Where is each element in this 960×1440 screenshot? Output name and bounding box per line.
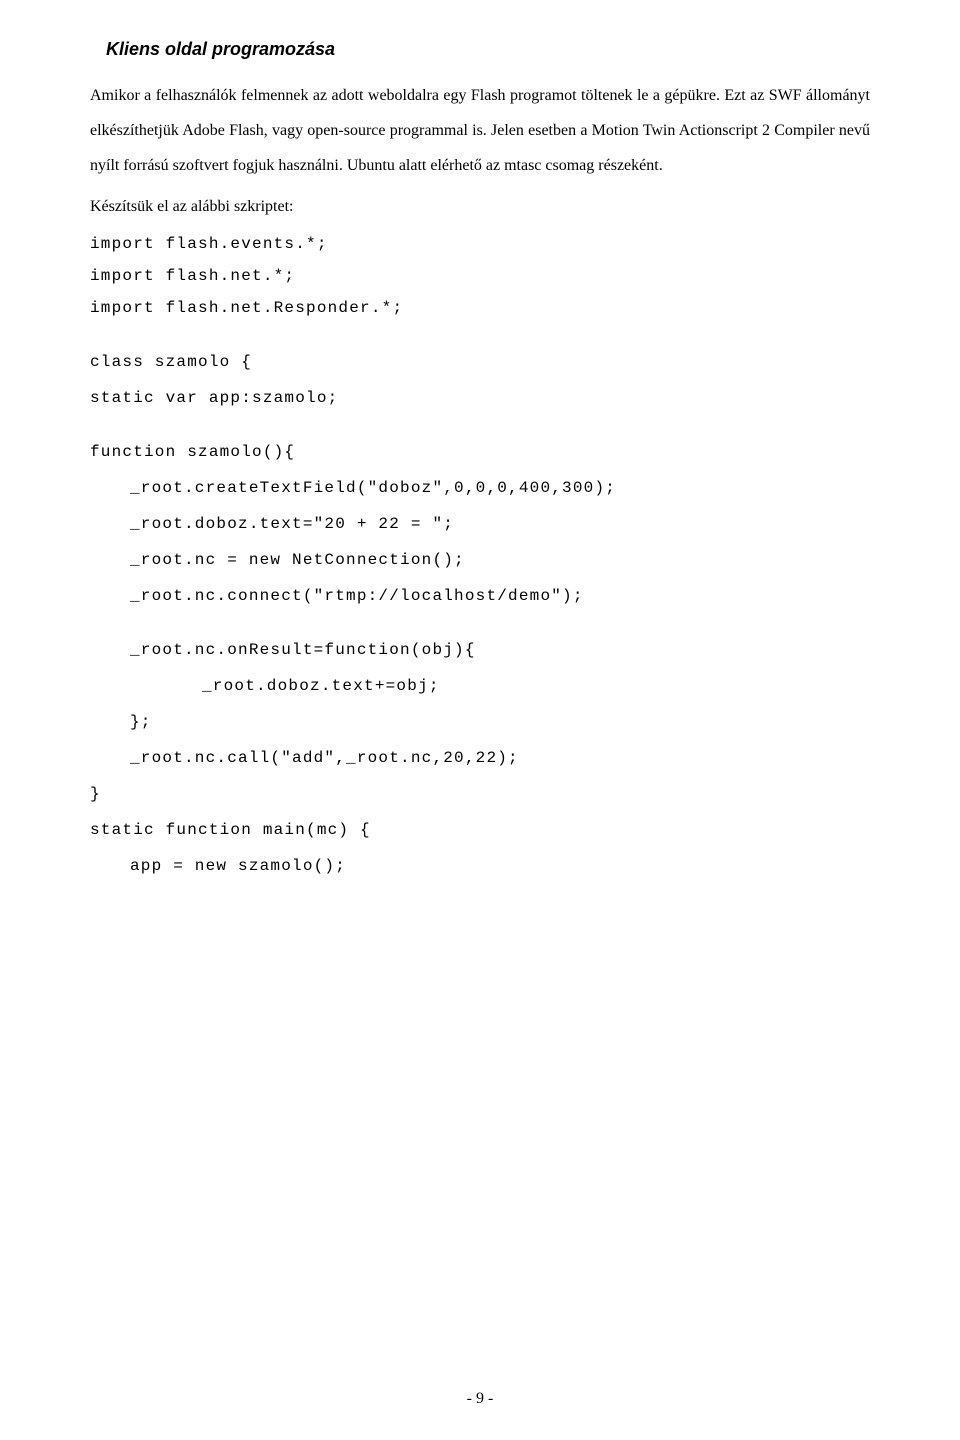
section-heading: Kliens oldal programozása [106, 30, 870, 70]
intro-paragraph: Amikor a felhasználók felmennek az adott… [90, 78, 870, 184]
code-function-close: } [90, 778, 870, 810]
code-call: _root.nc.call("add",_root.nc,20,22); [90, 742, 870, 774]
code-imports: import flash.events.*; import flash.net.… [90, 228, 870, 324]
code-static-var: static var app:szamolo; [90, 382, 870, 414]
code-main-open: static function main(mc) { [90, 814, 870, 846]
code-body-create-textfield: _root.createTextField("doboz",0,0,0,400,… [90, 472, 870, 504]
script-intro-line: Készítsük el az alábbi szkriptet: [90, 189, 870, 224]
code-class-open: class szamolo { [90, 346, 870, 378]
code-body-set-text: _root.doboz.text="20 + 22 = "; [90, 508, 870, 540]
page-number-footer: - 9 - [0, 1381, 960, 1416]
code-body-new-netconnection: _root.nc = new NetConnection(); [90, 544, 870, 576]
code-body-connect: _root.nc.connect("rtmp://localhost/demo"… [90, 580, 870, 612]
code-function-open: function szamolo(){ [90, 436, 870, 468]
code-onresult-close: }; [90, 706, 870, 738]
code-main-body: app = new szamolo(); [90, 850, 870, 882]
code-onresult-open: _root.nc.onResult=function(obj){ [90, 634, 870, 666]
page-container: Kliens oldal programozása Amikor a felha… [0, 0, 960, 1440]
code-onresult-body: _root.doboz.text+=obj; [90, 670, 870, 702]
